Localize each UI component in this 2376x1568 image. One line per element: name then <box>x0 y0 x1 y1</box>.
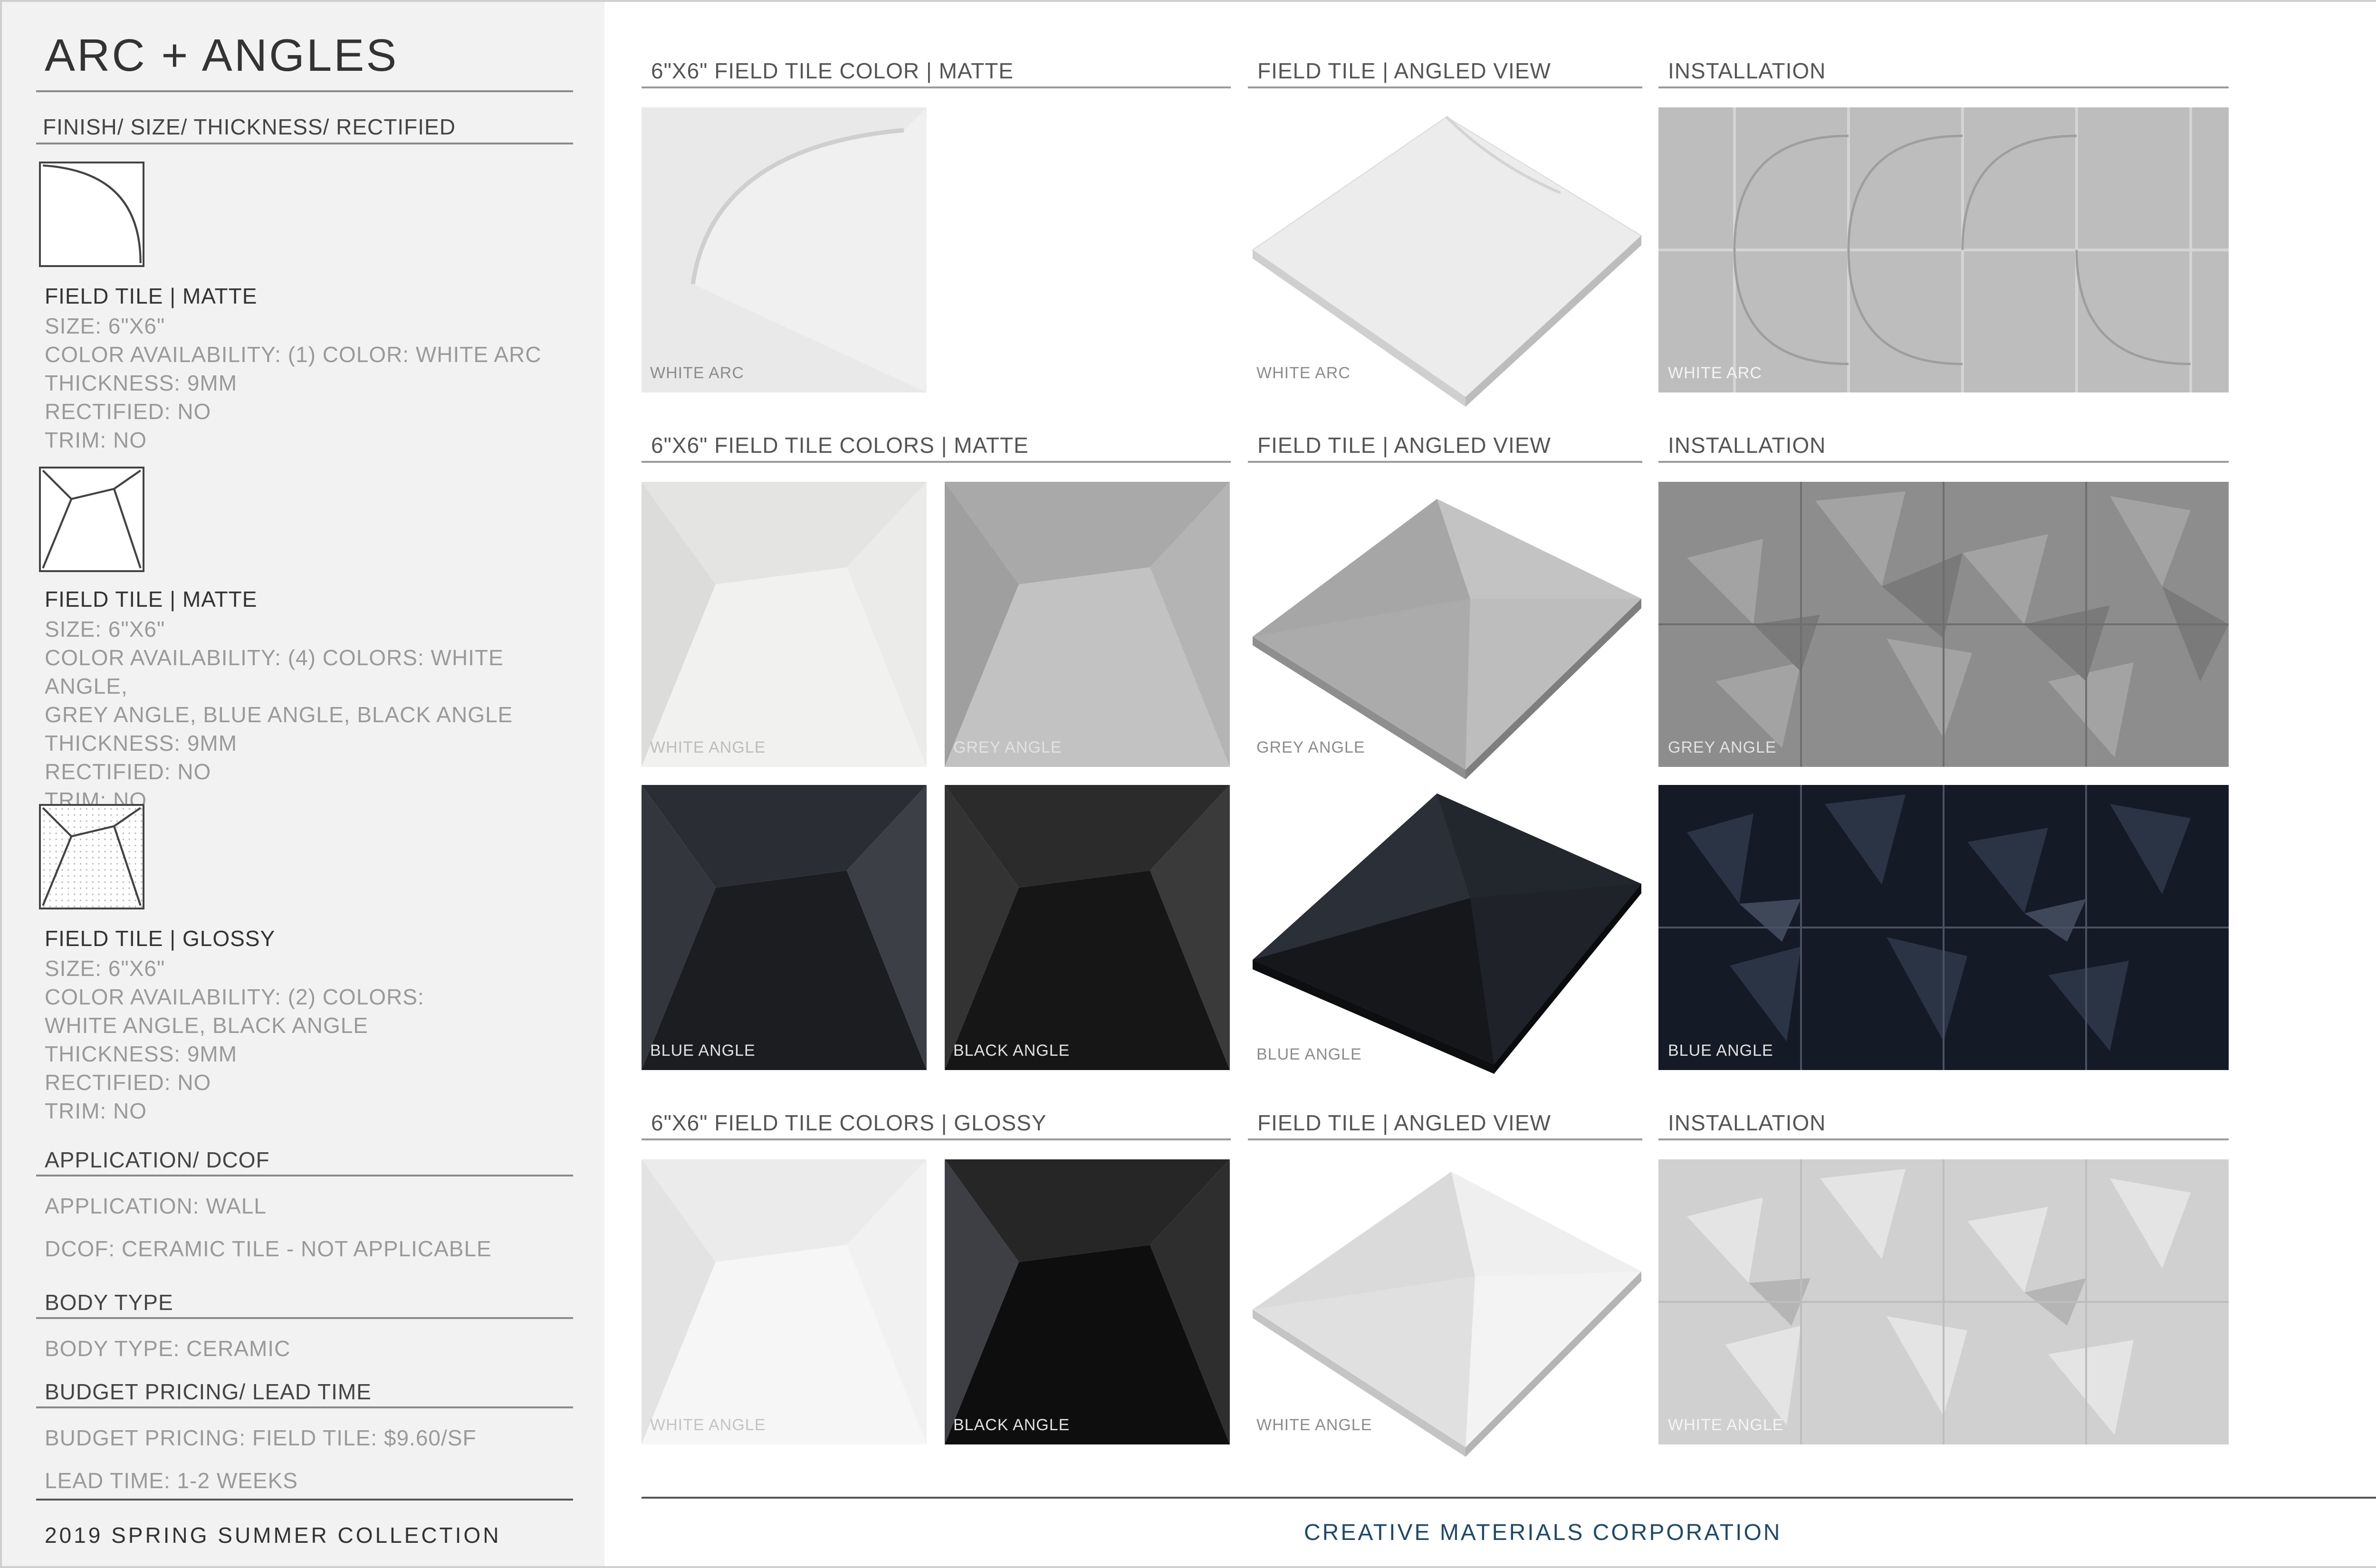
row2-tiles-heading: 6"X6" FIELD TILE COLORS | MATTE <box>651 433 1029 458</box>
row1-angled-rule <box>1248 86 1642 88</box>
item-2-title: FIELD TILE | MATTE <box>45 587 258 612</box>
swatch-caption: WHITE ANGLE <box>650 738 766 756</box>
pricing-heading: BUDGET PRICING/ LEAD TIME <box>45 1379 372 1404</box>
pricing-value: BUDGET PRICING: FIELD TILE: $9.60/SF <box>45 1425 477 1450</box>
row3-tiles-heading: 6"X6" FIELD TILE COLORS | GLOSSY <box>651 1110 1047 1135</box>
row3-tiles-rule <box>642 1138 1231 1140</box>
finish-heading: FINISH/ SIZE/ THICKNESS/ RECTIFIED <box>43 115 456 139</box>
spec-line: THICKNESS: 9MM <box>45 1042 238 1066</box>
install-photo-white-angle-glossy: WHITE ANGLE <box>1658 1159 2229 1444</box>
spec-line: TRIM: NO <box>45 1099 147 1123</box>
item-3-title: FIELD TILE | GLOSSY <box>45 926 276 951</box>
spec-line: RECTIFIED: NO <box>45 759 211 784</box>
angled-view-blue-angle: BLUE ANGLE <box>1247 784 1646 1088</box>
spec-line: TRIM: NO <box>45 428 147 452</box>
spec-line: RECTIFIED: NO <box>45 1070 211 1095</box>
spec-line: WHITE ANGLE, BLACK ANGLE <box>45 1013 368 1038</box>
spec-line: COLOR AVAILABILITY: (2) COLORS: <box>45 985 424 1009</box>
body-type-rule <box>36 1317 573 1319</box>
install-photo-grey-angle: GREY ANGLE <box>1658 482 2229 767</box>
tile-swatch-black-angle-matte: BLACK ANGLE <box>945 785 1230 1070</box>
tile-swatch-white-arc: WHITE ARC <box>642 107 927 392</box>
item-2-specs: SIZE: 6"X6" COLOR AVAILABILITY: (4) COLO… <box>45 615 572 814</box>
row1-install-heading: INSTALLATION <box>1668 58 1826 83</box>
item-1-title: FIELD TILE | MATTE <box>45 284 258 308</box>
angle-tile-glossy-diagram-icon <box>39 804 144 909</box>
row1-tiles-heading: 6"X6" FIELD TILE COLOR | MATTE <box>651 58 1014 83</box>
application-rule <box>36 1175 573 1176</box>
spec-line: SIZE: 6"X6" <box>45 956 165 981</box>
install-caption: GREY ANGLE <box>1668 738 1777 756</box>
title-rule <box>36 90 573 92</box>
collection-label: 2019 SPRING SUMMER COLLECTION <box>45 1523 501 1548</box>
body-type-heading: BODY TYPE <box>45 1290 173 1315</box>
spec-line: RECTIFIED: NO <box>45 399 211 424</box>
row2-angled-heading: FIELD TILE | ANGLED VIEW <box>1257 433 1551 458</box>
pricing-rule <box>36 1406 573 1408</box>
tile-swatch-blue-angle-matte: BLUE ANGLE <box>642 785 927 1070</box>
swatch-caption: WHITE ANGLE <box>650 1416 766 1434</box>
tile-swatch-grey-angle-matte: GREY ANGLE <box>945 482 1230 767</box>
footer-rule <box>642 1497 2376 1499</box>
page-title: ARC + ANGLES <box>45 30 399 81</box>
swatch-caption: BLACK ANGLE <box>953 1416 1070 1434</box>
row1-angled-heading: FIELD TILE | ANGLED VIEW <box>1257 58 1551 83</box>
spec-sidebar: ARC + ANGLES FINISH/ SIZE/ THICKNESS/ RE… <box>2 2 604 1566</box>
install-caption: BLUE ANGLE <box>1668 1042 1773 1060</box>
angle-tile-diagram-icon <box>39 467 144 572</box>
tile-swatch-white-angle-matte: WHITE ANGLE <box>642 482 927 767</box>
install-caption: WHITE ANGLE <box>1668 1416 1784 1434</box>
install-photo-blue-angle: BLUE ANGLE <box>1658 785 2229 1070</box>
swatch-caption: BLUE ANGLE <box>650 1042 756 1060</box>
row2-tiles-rule <box>642 461 1231 463</box>
install-caption: WHITE ARC <box>1668 364 1762 382</box>
swatch-caption: WHITE ARC <box>650 364 744 382</box>
lead-time-value: LEAD TIME: 1-2 WEEKS <box>45 1468 298 1493</box>
dcof-value: DCOF: CERAMIC TILE - NOT APPLICABLE <box>45 1236 492 1261</box>
tile-swatch-black-angle-glossy: BLACK ANGLE <box>945 1159 1230 1444</box>
angled-caption: BLUE ANGLE <box>1256 1045 1362 1063</box>
body-type-value: BODY TYPE: CERAMIC <box>45 1336 291 1361</box>
spec-line: THICKNESS: 9MM <box>45 731 238 755</box>
item-3-specs: SIZE: 6"X6" COLOR AVAILABILITY: (2) COLO… <box>45 954 572 1125</box>
arc-tile-diagram-icon <box>39 162 144 267</box>
tile-swatch-white-angle-glossy: WHITE ANGLE <box>642 1159 927 1444</box>
row3-angled-heading: FIELD TILE | ANGLED VIEW <box>1257 1110 1551 1135</box>
row2-install-heading: INSTALLATION <box>1668 433 1826 458</box>
item-1-specs: SIZE: 6"X6" COLOR AVAILABILITY: (1) COLO… <box>45 312 572 454</box>
spec-line: COLOR AVAILABILITY: (4) COLORS: WHITE AN… <box>45 645 504 698</box>
finish-rule <box>36 143 573 144</box>
angled-caption: WHITE ARC <box>1256 364 1351 382</box>
application-heading: APPLICATION/ DCOF <box>45 1147 270 1172</box>
angled-caption: WHITE ANGLE <box>1256 1416 1372 1434</box>
row2-install-rule <box>1658 461 2229 463</box>
row1-tiles-rule <box>642 86 1231 88</box>
spec-line: THICKNESS: 9MM <box>45 371 238 395</box>
angled-view-grey-angle: GREY ANGLE <box>1247 480 1646 784</box>
spec-line: COLOR AVAILABILITY: (1) COLOR: WHITE ARC <box>45 342 542 367</box>
application-value: APPLICATION: WALL <box>45 1194 267 1218</box>
spec-line: GREY ANGLE, BLUE ANGLE, BLACK ANGLE <box>45 702 513 727</box>
angled-view-white-arc: WHITE ARC <box>1247 107 1646 411</box>
swatch-caption: GREY ANGLE <box>953 738 1062 756</box>
spec-line: SIZE: 6"X6" <box>45 617 165 641</box>
company-name: CREATIVE MATERIALS CORPORATION <box>1304 1520 1782 1545</box>
row1-install-rule <box>1658 86 2229 88</box>
row3-angled-rule <box>1248 1138 1642 1140</box>
angled-view-white-angle-glossy: WHITE ANGLE <box>1247 1157 1646 1462</box>
row2-angled-rule <box>1248 461 1642 463</box>
footer-rule-left <box>36 1499 573 1501</box>
spec-line: SIZE: 6"X6" <box>45 314 165 338</box>
row3-install-rule <box>1658 1138 2229 1140</box>
row3-install-heading: INSTALLATION <box>1668 1110 1826 1135</box>
swatch-caption: BLACK ANGLE <box>953 1042 1070 1060</box>
angled-caption: GREY ANGLE <box>1256 738 1365 756</box>
install-photo-white-arc: WHITE ARC <box>1658 107 2229 392</box>
